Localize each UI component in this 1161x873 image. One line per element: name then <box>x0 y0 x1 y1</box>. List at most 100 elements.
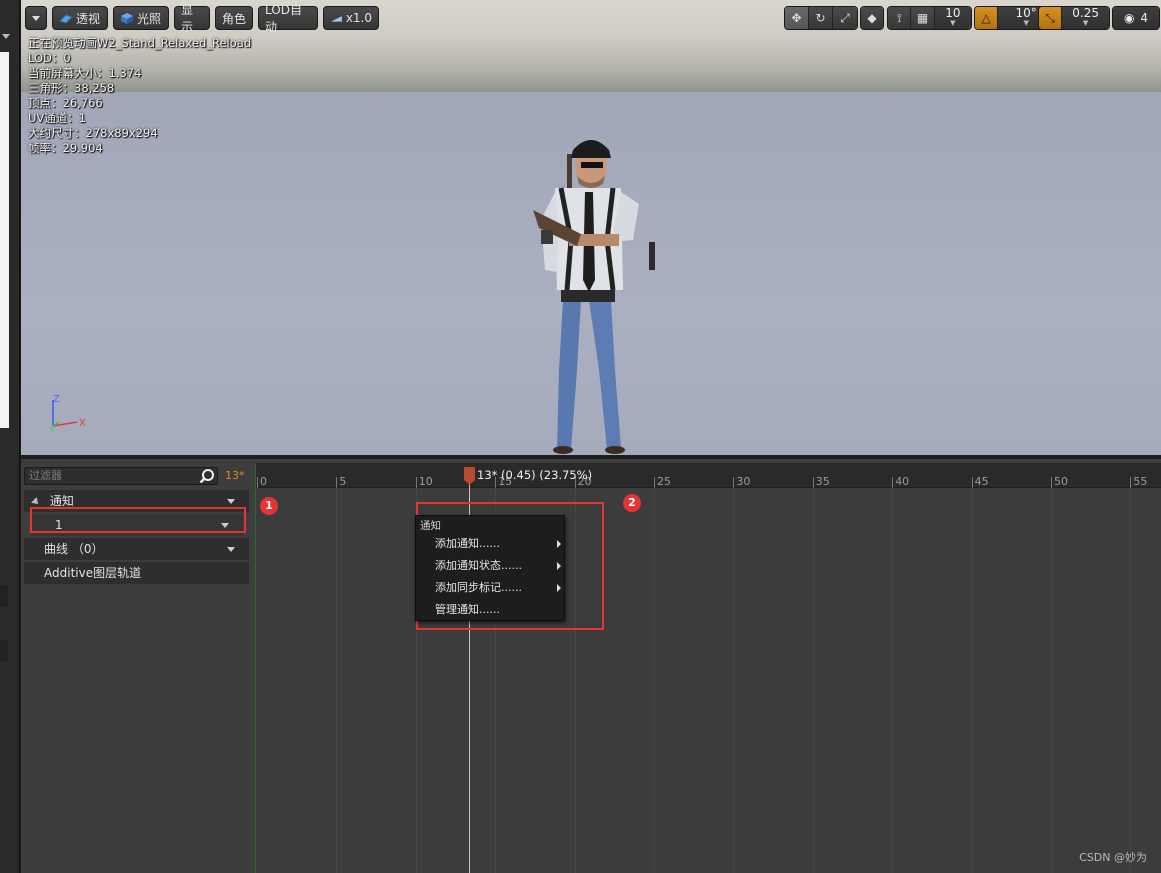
vertices-stat: 顶点：26,766 <box>28 96 103 110</box>
cube-icon: ◆ <box>867 11 877 25</box>
ruler-tick <box>336 477 338 488</box>
chevron-down-icon[interactable] <box>227 499 235 504</box>
surface-snap-button[interactable]: ⟟ <box>888 7 912 29</box>
collapse-arrow-icon[interactable] <box>2 34 10 39</box>
coordinate-space-group: ◆ <box>860 6 884 30</box>
surface-snap-icon: ⟟ <box>896 10 902 25</box>
preview-viewport[interactable]: 透视 光照 显示 角色 LOD自动 x1.0 ✥ ↻ ⤢ ◆ ⟟ ▦ 10 ▼ … <box>21 0 1161 455</box>
world-local-toggle[interactable]: ◆ <box>861 7 883 29</box>
chevron-down-icon: ▼ <box>950 19 956 27</box>
timeline-ruler[interactable]: 0 5 10 15 20 25 30 35 40 45 50 55 <box>255 463 1161 488</box>
persona-editor: 透视 光照 显示 角色 LOD自动 x1.0 ✥ ↻ ⤢ ◆ ⟟ ▦ 10 ▼ … <box>0 0 1161 873</box>
scale-icon: ⤢ <box>840 10 850 25</box>
perspective-label: 透视 <box>76 11 101 26</box>
ruler-tick-label: 50 <box>1054 475 1068 488</box>
additive-track-label: Additive图层轨道 <box>44 566 142 580</box>
scale-snap-toggle[interactable]: ⤡ <box>1039 7 1063 29</box>
timeline-start-marker <box>255 463 256 873</box>
lod-stat: LOD：0 <box>28 51 71 65</box>
grid-snap-value[interactable]: 10 ▼ <box>934 6 971 29</box>
filter-input[interactable]: 过滤器 <box>24 467 218 485</box>
character-button[interactable]: 角色 <box>215 6 253 30</box>
playhead-scrubber[interactable] <box>464 467 475 485</box>
menu-item-manage-notifies[interactable]: 管理通知...... <box>435 599 561 621</box>
additive-track-header[interactable]: Additive图层轨道 <box>24 562 249 584</box>
ruler-tick <box>415 477 417 488</box>
scale-snap-value-text: 0.25 <box>1072 6 1099 20</box>
menu-item-add-sync-marker[interactable]: 添加同步标记...... <box>435 577 561 599</box>
ruler-tick <box>1051 477 1052 488</box>
chevron-down-icon: ▼ <box>1082 19 1089 27</box>
show-label: 显示 <box>181 3 194 34</box>
expand-triangle-icon[interactable] <box>31 496 41 507</box>
side-scroll-marker <box>0 640 8 662</box>
notify-track-label: 通知 <box>49 494 74 508</box>
show-button[interactable]: 显示 <box>174 3 210 34</box>
chevron-down-icon[interactable] <box>227 547 235 552</box>
menu-item-label: 添加通知...... <box>435 537 500 550</box>
ruler-tick-label: 5 <box>339 475 347 488</box>
transform-mode-group: ✥ ↻ ⤢ <box>784 6 858 30</box>
angle-icon: △ <box>981 11 991 25</box>
perspective-icon <box>59 14 73 24</box>
rotate-icon: ↻ <box>815 11 826 25</box>
watermark: CSDN @妙为 <box>1079 851 1147 864</box>
submenu-arrow-icon <box>557 584 561 592</box>
translate-mode-button[interactable]: ✥ <box>785 7 809 29</box>
grid-snap-group: ⟟ ▦ 10 ▼ <box>887 6 972 30</box>
perspective-button[interactable]: 透视 <box>52 6 108 30</box>
ruler-tick-label: 0 <box>260 475 267 488</box>
ruler-tick <box>257 477 258 488</box>
ruler-tick-label: 45 <box>974 475 989 488</box>
screen-size-stat: 当前屏幕大小：1.374 <box>28 66 142 80</box>
grid-snap-value-text: 10 <box>945 6 961 20</box>
rotation-snap-toggle[interactable]: △ <box>975 7 999 29</box>
menu-item-add-notify-state[interactable]: 添加通知状态...... <box>435 555 561 577</box>
menu-item-add-notify[interactable]: 添加通知...... <box>435 533 561 555</box>
ruler-tick <box>1130 477 1132 488</box>
ruler-tick <box>971 477 973 488</box>
axis-x-label: X <box>79 418 86 429</box>
submenu-arrow-icon <box>557 562 561 570</box>
scale-mode-button[interactable]: ⤢ <box>833 7 857 29</box>
ruler-tick-label: 10 <box>418 475 433 488</box>
lod-button[interactable]: LOD自动 <box>258 3 318 34</box>
approx-size-stat: 大约尺寸：278x89x294 <box>28 126 158 140</box>
ruler-tick <box>733 477 735 488</box>
timeline-gridline <box>812 488 814 873</box>
left-side-panel <box>0 0 20 873</box>
playback-speed-button[interactable]: x1.0 <box>323 6 379 30</box>
notify-context-menu: 通知 添加通知...... 添加通知状态...... 添加同步标记...... … <box>415 515 565 621</box>
character-model[interactable] <box>511 130 661 455</box>
scale-snap-group: ⤡ 0.25 ▼ <box>1038 6 1110 30</box>
lighting-button[interactable]: 光照 <box>113 6 169 30</box>
timeline-gridline <box>971 488 973 873</box>
character-label: 角色 <box>222 11 247 26</box>
camera-speed-button[interactable]: ◉ 4 <box>1113 7 1159 29</box>
scale-snap-icon: ⤡ <box>1045 10 1055 25</box>
ruler-tick-label: 30 <box>736 475 751 488</box>
speed-label: x1.0 <box>345 11 372 25</box>
search-icon[interactable] <box>199 468 215 484</box>
timeline-track-area[interactable]: 0 5 10 15 20 25 30 35 40 45 50 55 13* (0.45) (23.75… <box>255 463 1161 873</box>
scale-snap-value[interactable]: 0.25 ▼ <box>1062 7 1109 29</box>
timeline-gridline <box>654 488 655 873</box>
viewport-options-button[interactable] <box>25 6 47 30</box>
timeline-gridline <box>892 488 894 873</box>
chevron-down-icon: ▼ <box>1023 19 1029 27</box>
chevron-down-icon <box>32 15 40 21</box>
curves-track-label: 曲线 （0） <box>44 542 104 556</box>
rotation-snap-value-text: 10° <box>1015 6 1037 20</box>
move-icon: ✥ <box>791 11 802 25</box>
curves-track-header[interactable]: 曲线 （0） <box>24 538 249 560</box>
ruler-tick <box>812 477 814 488</box>
side-scroll-marker <box>0 585 8 607</box>
triangles-stat: 三角形：38,258 <box>28 81 115 95</box>
annotation-badge-1: 1 <box>260 497 278 515</box>
menu-item-label: 添加通知状态...... <box>435 559 522 572</box>
grid-snap-toggle[interactable]: ▦ <box>911 7 935 29</box>
rotate-mode-button[interactable]: ↻ <box>809 7 833 29</box>
grid-icon: ▦ <box>916 11 929 25</box>
framerate-stat: 帧率：29.904 <box>28 141 103 155</box>
menu-item-label: 添加同步标记...... <box>435 581 522 594</box>
